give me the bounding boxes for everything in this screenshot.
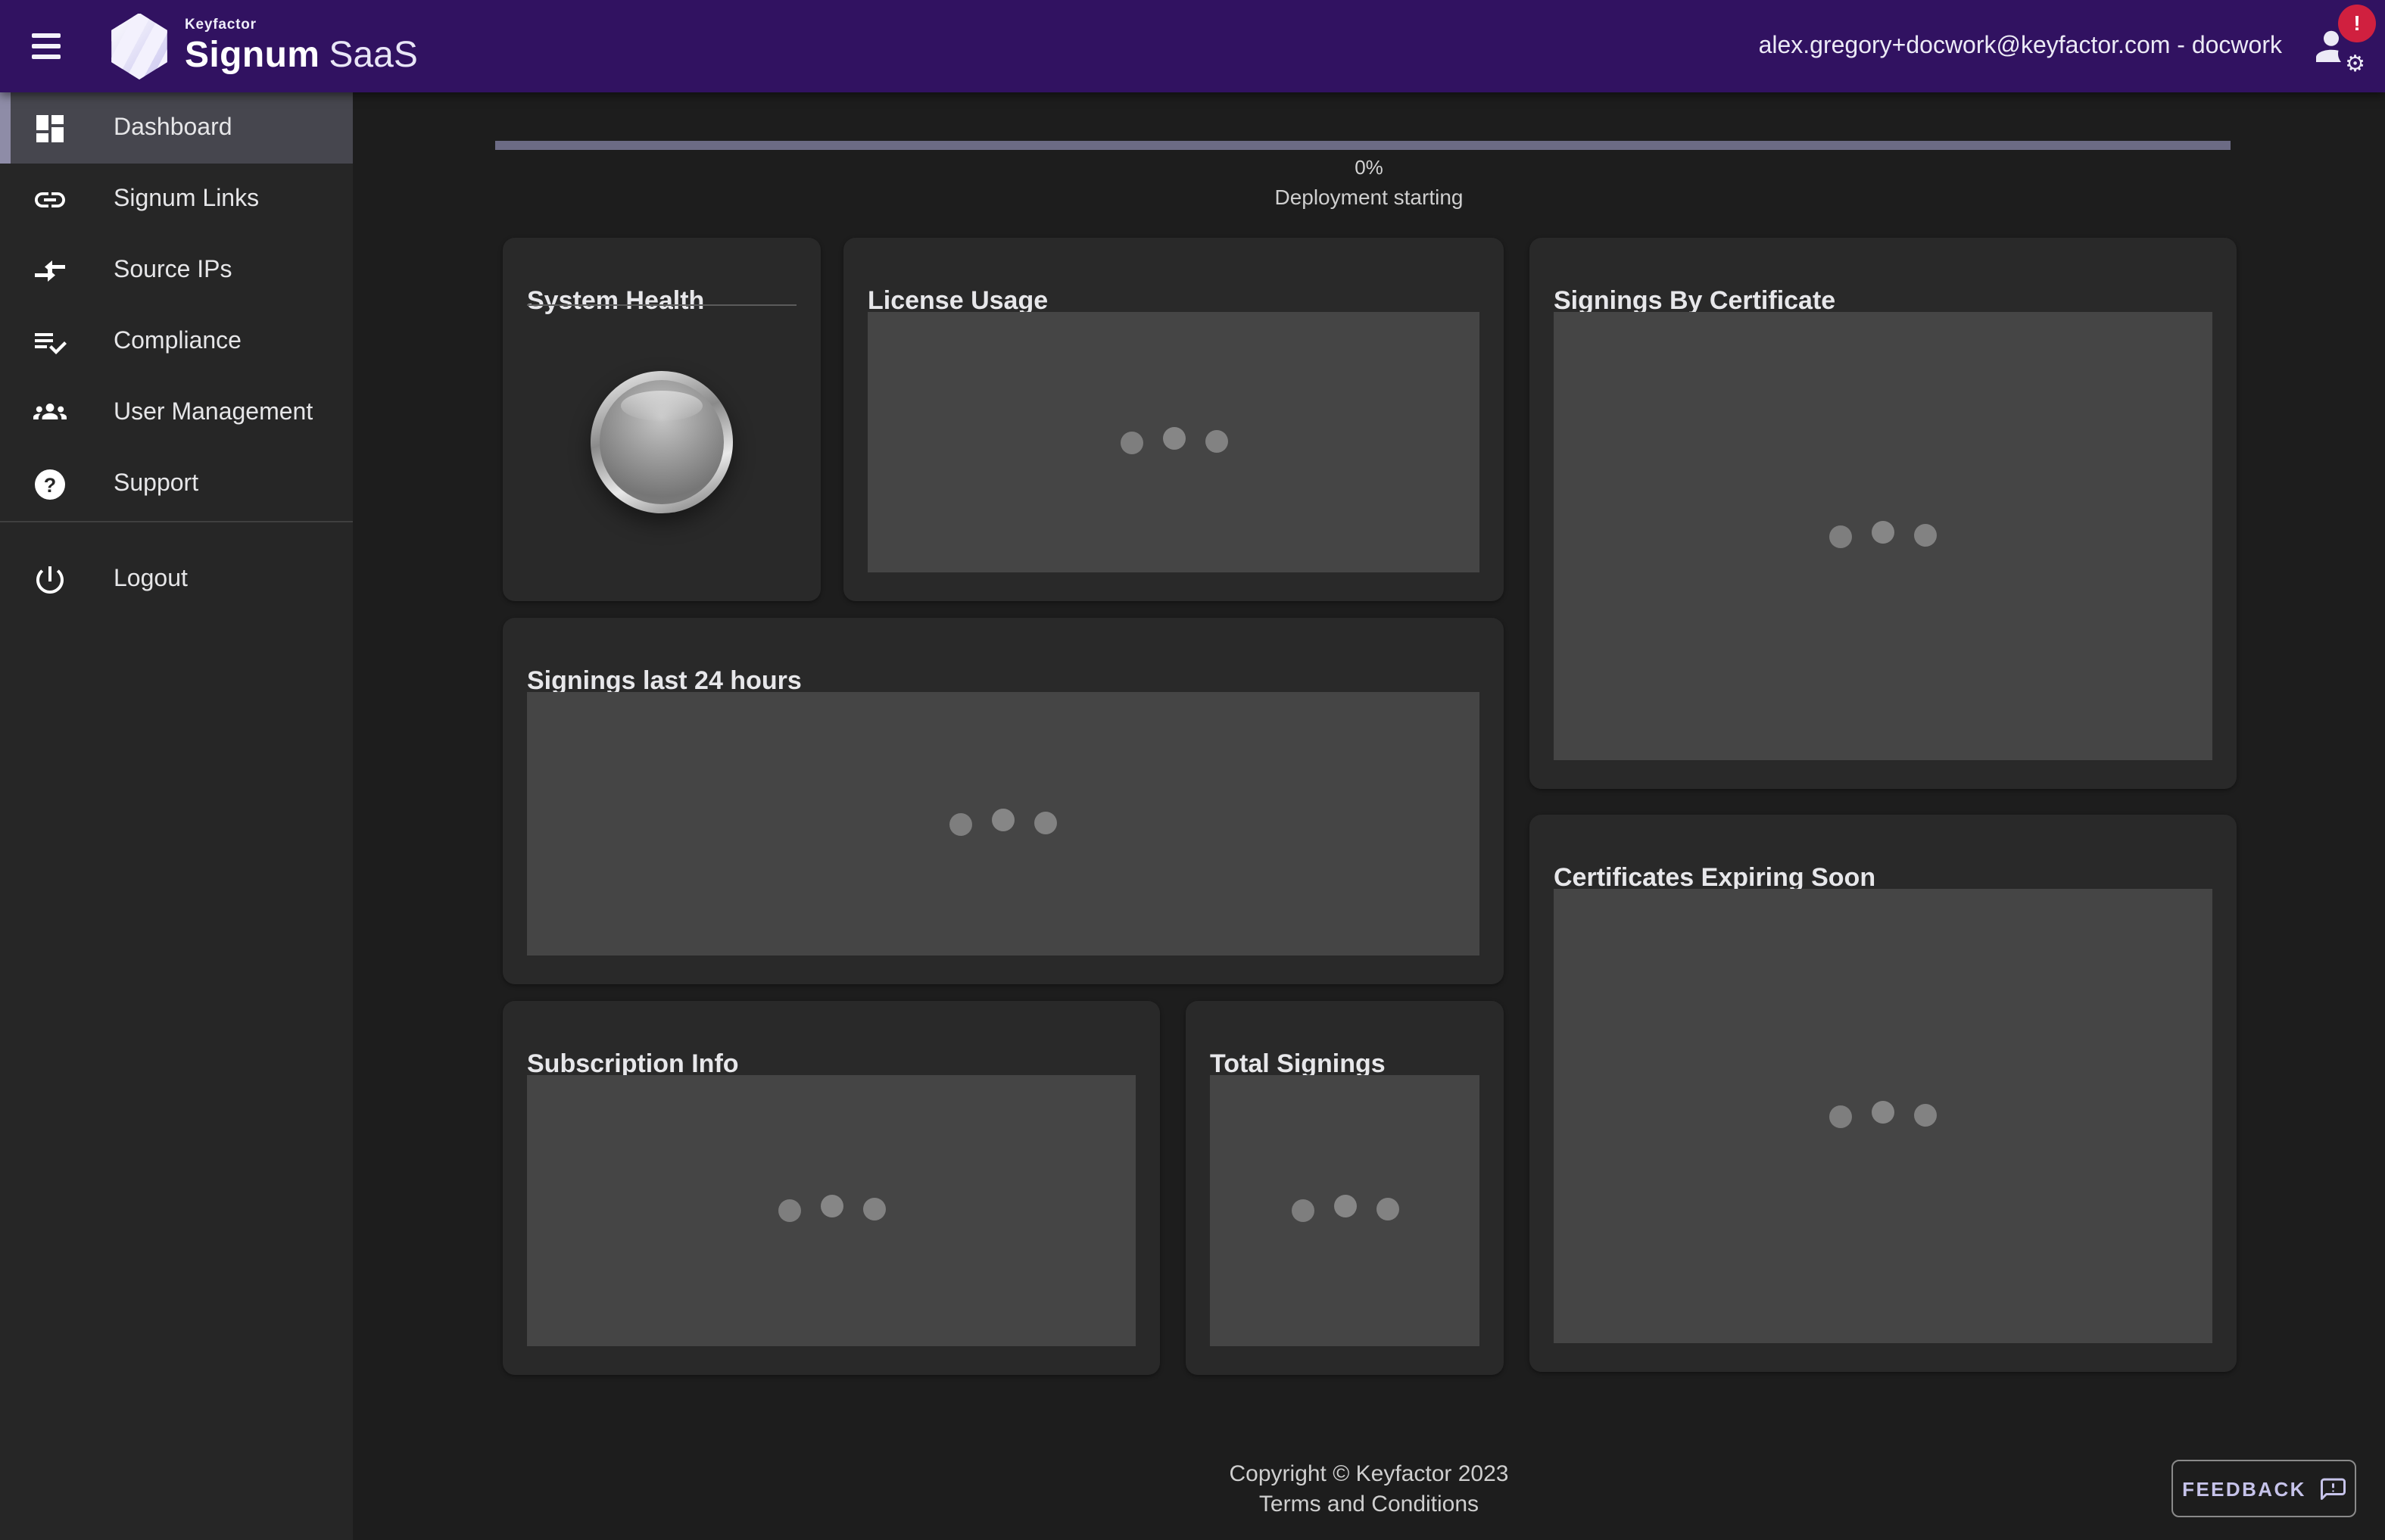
loading-dot <box>992 808 1015 831</box>
deployment-status: Deployment starting <box>353 185 2385 209</box>
sidebar-item-signum-links[interactable]: Signum Links <box>0 164 353 235</box>
terms-and-conditions-link[interactable]: Terms and Conditions <box>353 1492 2385 1517</box>
group-icon <box>32 394 68 431</box>
topbar: Keyfactor Signum SaaS alex.gregory+docwo… <box>0 0 2385 92</box>
chart-placeholder-panel <box>527 1075 1136 1346</box>
sidebar-item-dashboard[interactable]: Dashboard <box>0 92 353 164</box>
loading-dot <box>820 1195 843 1217</box>
loading-dot <box>1872 1100 1894 1123</box>
loading-dot <box>1914 523 1937 546</box>
card-signings-last-24-hours: Signings last 24 hours <box>503 618 1504 984</box>
loading-dot <box>1376 1198 1398 1220</box>
loading-dots <box>1120 431 1227 454</box>
loading-dot <box>1034 811 1057 834</box>
system-health-status-orb <box>591 371 733 513</box>
loading-dot <box>1829 1105 1852 1127</box>
loading-dot <box>1333 1195 1356 1217</box>
sidebar-divider <box>0 521 353 522</box>
sidebar-item-label: Dashboard <box>114 114 232 142</box>
loading-dots <box>1829 1105 1937 1127</box>
loading-dot <box>1205 429 1227 452</box>
sidebar: Dashboard Signum Links Source IPs <box>0 92 353 1540</box>
user-account-label: alex.gregory+docwork@keyfactor.com - doc… <box>1759 33 2282 60</box>
manage-account-button[interactable]: ⚙ ! <box>2303 16 2364 76</box>
brand-logo[interactable]: Keyfactor Signum SaaS <box>109 13 418 79</box>
loading-dot <box>1914 1103 1937 1126</box>
gear-icon: ⚙ <box>2345 52 2365 75</box>
alert-badge: ! <box>2338 4 2376 42</box>
loading-dot <box>1162 426 1185 449</box>
card-title: System Health <box>527 286 704 316</box>
brand-signum: Signum <box>185 38 320 74</box>
card-signings-by-certificate: Signings By Certificate <box>1529 238 2237 789</box>
chart-placeholder-panel <box>868 312 1479 572</box>
brand-saas: SaaS <box>329 38 417 74</box>
power-icon <box>32 561 68 597</box>
deployment-percent: 0% <box>353 156 2385 179</box>
hamburger-menu-button[interactable] <box>15 16 76 76</box>
card-system-health: System Health <box>503 238 821 601</box>
playlist-check-icon <box>32 323 68 360</box>
sidebar-item-user-management[interactable]: User Management <box>0 377 353 448</box>
loading-dot <box>862 1198 885 1220</box>
chart-placeholder-panel <box>1210 1075 1479 1346</box>
loading-dot <box>778 1199 800 1222</box>
chart-placeholder-panel <box>527 692 1479 955</box>
loading-dots <box>1291 1199 1398 1222</box>
sidebar-item-label: User Management <box>114 399 313 426</box>
sidebar-item-label: Logout <box>114 566 188 593</box>
loading-dot <box>1872 520 1894 543</box>
signum-saas-app: Keyfactor Signum SaaS alex.gregory+docwo… <box>0 0 2385 1540</box>
sidebar-item-logout[interactable]: Logout <box>0 544 353 615</box>
brand-keyfactor: Keyfactor <box>185 19 418 33</box>
loading-dot <box>1291 1199 1314 1222</box>
sidebar-item-source-ips[interactable]: Source IPs <box>0 235 353 306</box>
svg-text:?: ? <box>44 473 57 496</box>
card-total-signings: Total Signings <box>1186 1001 1504 1375</box>
loading-dot <box>1120 431 1143 454</box>
card-divider <box>527 304 797 306</box>
feedback-bubble-icon <box>2318 1475 2346 1502</box>
card-certificates-expiring-soon: Certificates Expiring Soon <box>1529 815 2237 1372</box>
loading-dots <box>949 812 1057 835</box>
chart-placeholder-panel <box>1554 889 2212 1343</box>
link-icon <box>32 181 68 217</box>
loading-dots <box>1829 525 1937 547</box>
feedback-button-label: FEEDBACK <box>2182 1477 2306 1500</box>
sidebar-item-compliance[interactable]: Compliance <box>0 306 353 377</box>
chart-placeholder-panel <box>1554 312 2212 760</box>
sidebar-item-label: Signum Links <box>114 185 259 213</box>
feedback-button[interactable]: FEEDBACK <box>2171 1460 2356 1517</box>
deployment-progress-bar <box>495 141 2231 150</box>
sidebar-item-support[interactable]: ? Support <box>0 448 353 519</box>
sidebar-item-label: Source IPs <box>114 257 232 284</box>
help-icon: ? <box>32 466 68 502</box>
compare-arrows-icon <box>32 252 68 288</box>
loading-dots <box>778 1199 885 1222</box>
sidebar-item-label: Support <box>114 470 198 497</box>
card-subscription-info: Subscription Info <box>503 1001 1160 1375</box>
card-license-usage: License Usage <box>843 238 1504 601</box>
loading-dot <box>1829 525 1852 547</box>
main-content: 0% Deployment starting System Health Lic… <box>353 92 2385 1540</box>
dashboard-icon <box>32 110 68 146</box>
hamburger-icon <box>31 33 60 37</box>
topbar-right: alex.gregory+docwork@keyfactor.com - doc… <box>1759 16 2364 76</box>
sidebar-item-label: Compliance <box>114 328 242 355</box>
loading-dot <box>949 812 972 835</box>
keyfactor-hexagon-logo <box>109 13 170 79</box>
footer-copyright: Copyright © Keyfactor 2023 <box>353 1461 2385 1487</box>
